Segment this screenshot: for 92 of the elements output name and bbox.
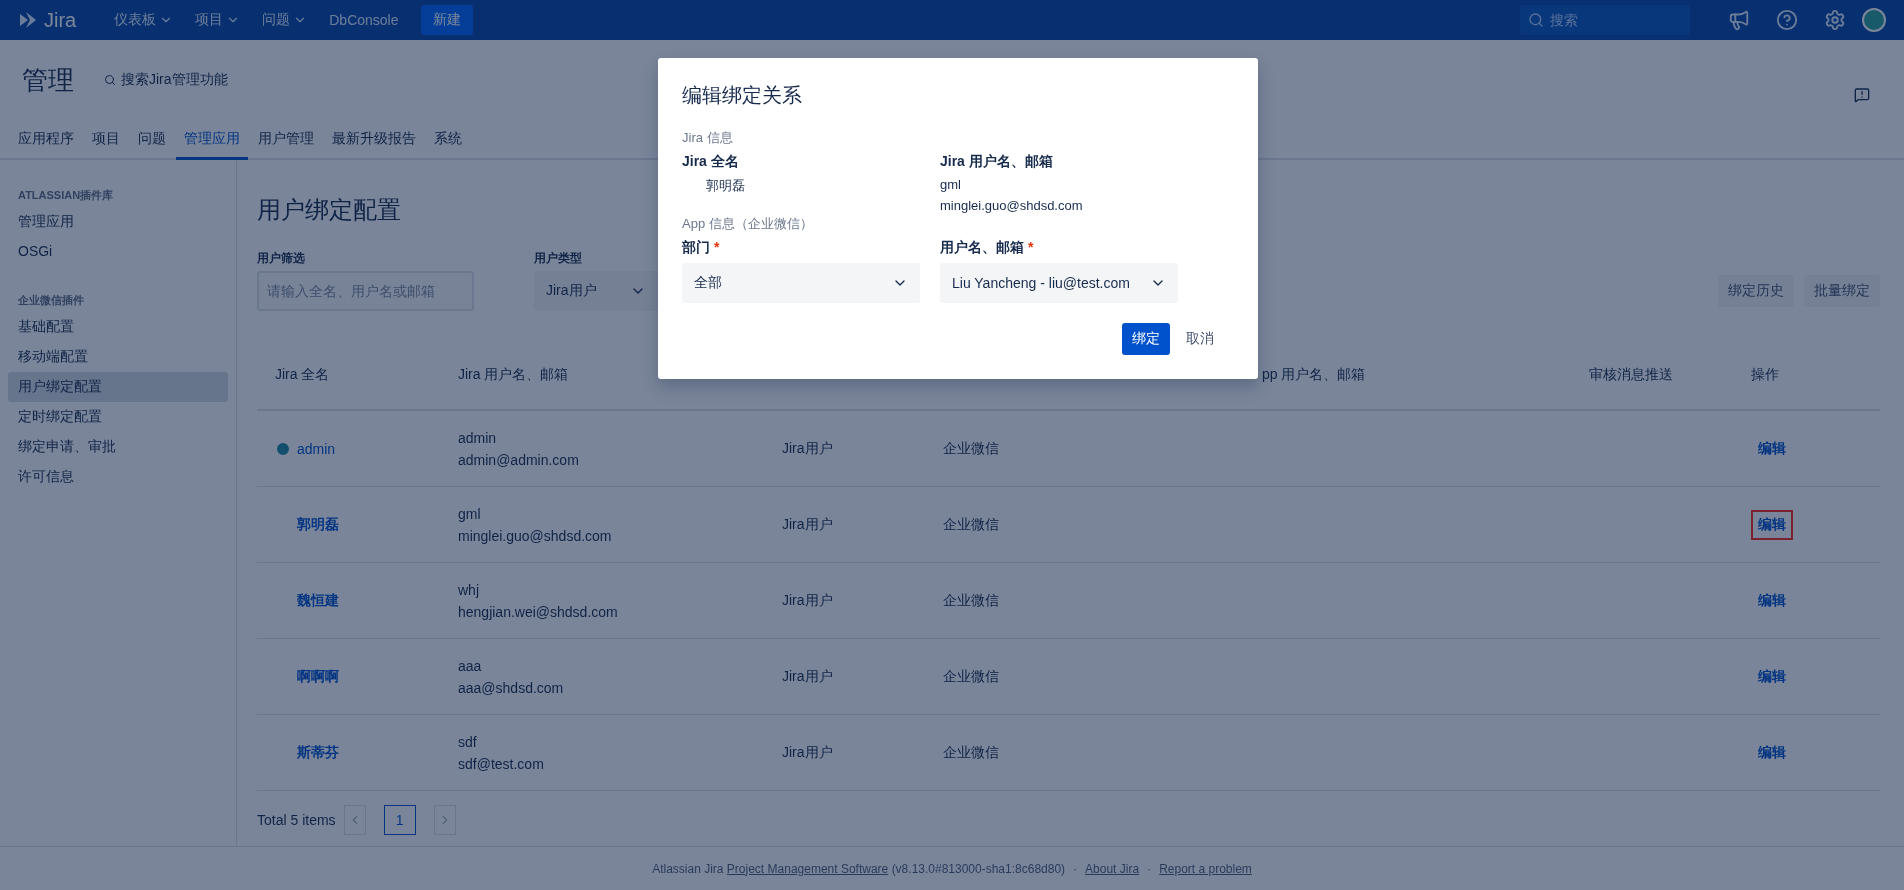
username-text: whj <box>458 581 480 598</box>
nav-tab[interactable]: 应用程序 <box>10 130 82 160</box>
user-type-text: Jira用户 <box>782 591 833 610</box>
total-items-text: Total 5 items <box>257 812 336 828</box>
username-text: aaa <box>458 657 483 674</box>
user-type-text: Jira用户 <box>782 439 833 458</box>
nav-tab[interactable]: 问题 <box>130 130 174 160</box>
sidebar-heading: 企业微信插件 <box>17 293 85 308</box>
edit-link[interactable]: 编辑 <box>1751 737 1793 768</box>
sidebar-item[interactable]: 管理应用 <box>8 207 228 237</box>
section-label: Jira 信息 <box>682 129 734 147</box>
username-text: sdf <box>458 733 478 750</box>
page-heading: 管理 <box>22 63 74 97</box>
app-text: 企业微信 <box>943 743 999 762</box>
create-button[interactable]: 新建 <box>420 5 473 35</box>
email-text: sdf@test.com <box>458 755 544 772</box>
email-text: aaa@shdsd.com <box>458 679 564 696</box>
nav-menu-item[interactable]: 仪表板 <box>106 5 182 35</box>
column-header: pp 用户名、邮箱 <box>1262 366 1366 384</box>
section-label: App 信息（企业微信） <box>682 215 814 233</box>
action-button[interactable]: 绑定历史 <box>1718 275 1794 307</box>
column-header: 审核消息推送 <box>1589 366 1673 384</box>
nav-tab[interactable]: 项目 <box>84 130 128 160</box>
app-text: 企业微信 <box>943 591 999 610</box>
edit-link[interactable]: 编辑 <box>1751 433 1793 464</box>
email-text: admin@admin.com <box>458 451 579 468</box>
user-name-link[interactable]: 斯蒂芬 <box>297 743 339 762</box>
edit-link[interactable]: 编辑 <box>1751 509 1793 540</box>
app-text: 企业微信 <box>943 667 999 686</box>
footer-text: Atlassian Jira Project Management Software (v8.13.0#813000-sha1:8c68d80) <box>652 861 1066 876</box>
page-number-button[interactable]: 1 <box>383 805 416 835</box>
nav-menu-item[interactable]: 项目 <box>187 5 249 35</box>
required-mark: * <box>714 239 720 255</box>
separator-text: · <box>1073 861 1078 876</box>
user-name-link[interactable]: 啊啊啊 <box>297 667 339 686</box>
field-label: Jira 用户名、邮箱 <box>940 153 1054 171</box>
footer-link[interactable]: Report a problem <box>1159 861 1252 876</box>
email-text: minglei.guo@shdsd.com <box>940 198 1084 213</box>
email-text: hengjian.wei@shdsd.com <box>458 603 618 620</box>
nav-tab[interactable]: 系统 <box>426 130 470 160</box>
nav-tab[interactable]: 用户管理 <box>250 130 322 160</box>
field-label: 用户名、邮箱 * <box>940 239 1035 257</box>
user-name-link[interactable]: 魏恒建 <box>297 591 339 610</box>
column-header: 操作 <box>1751 366 1779 384</box>
nav-menu-item[interactable]: 问题 <box>254 5 316 35</box>
edit-link[interactable]: 编辑 <box>1751 585 1793 616</box>
app-text: 企业微信 <box>943 515 999 534</box>
sidebar-item[interactable]: 定时绑定配置 <box>8 402 228 432</box>
admin-search-link[interactable]: 搜索Jira管理功能 <box>104 71 228 89</box>
logo-text[interactable]: Jira <box>44 8 77 32</box>
bind-button[interactable]: 绑定 <box>1122 323 1170 355</box>
user-name-link[interactable]: 郭明磊 <box>297 515 339 534</box>
username-text: admin <box>458 429 498 446</box>
dialog-title: 编辑绑定关系 <box>682 83 803 108</box>
column-header: Jira 用户名、邮箱 <box>458 366 569 384</box>
user-type-text: Jira用户 <box>782 515 833 534</box>
sidebar-item[interactable]: 用户绑定配置 <box>8 372 228 402</box>
nav-tab[interactable]: 管理应用 <box>176 130 248 160</box>
separator-text: · <box>1147 861 1152 876</box>
user-type-text: Jira用户 <box>782 667 833 686</box>
user-name-link[interactable]: admin <box>297 440 336 457</box>
fullname-text: 郭明磊 <box>705 177 746 195</box>
department-select[interactable]: 全部 <box>682 263 920 303</box>
action-button[interactable]: 批量绑定 <box>1804 275 1880 307</box>
user-type-select[interactable]: Jira用户 <box>534 271 658 311</box>
username-text: gml <box>940 177 962 192</box>
sidebar-heading: ATLASSIAN插件库 <box>17 188 115 203</box>
filter-label: 用户筛选 <box>257 250 306 267</box>
edit-link[interactable]: 编辑 <box>1751 661 1793 692</box>
field-label: Jira 全名 <box>682 153 740 171</box>
column-header: Jira 全名 <box>275 366 330 384</box>
nav-menu-item[interactable]: DbConsole <box>321 6 407 34</box>
product-link[interactable]: Project Management Software <box>726 861 889 876</box>
sidebar-item[interactable]: 绑定申请、审批 <box>8 432 228 462</box>
cancel-button[interactable]: 取消 <box>1176 323 1224 355</box>
username-text: gml <box>458 505 482 522</box>
sidebar-item[interactable]: 移动端配置 <box>8 342 228 372</box>
search-field[interactable]: 搜索 <box>1520 5 1690 35</box>
sidebar-item[interactable]: 许可信息 <box>8 462 228 492</box>
user-select[interactable]: Liu Yancheng - liu@test.com <box>940 263 1178 303</box>
section-title: 用户绑定配置 <box>257 195 401 225</box>
sidebar-item[interactable]: 基础配置 <box>8 312 228 342</box>
user-type-text: Jira用户 <box>782 743 833 762</box>
app-text: 企业微信 <box>943 439 999 458</box>
email-text: minglei.guo@shdsd.com <box>458 527 612 544</box>
footer-link[interactable]: About Jira <box>1085 861 1140 876</box>
filter-label: 用户类型 <box>534 250 583 267</box>
required-mark: * <box>1028 239 1034 255</box>
nav-tab[interactable]: 最新升级报告 <box>324 130 424 160</box>
user-filter-field[interactable]: 请输入全名、用户名或邮箱 <box>257 271 474 311</box>
field-label: 部门 * <box>682 239 721 257</box>
sidebar-item[interactable]: OSGi <box>8 237 228 265</box>
